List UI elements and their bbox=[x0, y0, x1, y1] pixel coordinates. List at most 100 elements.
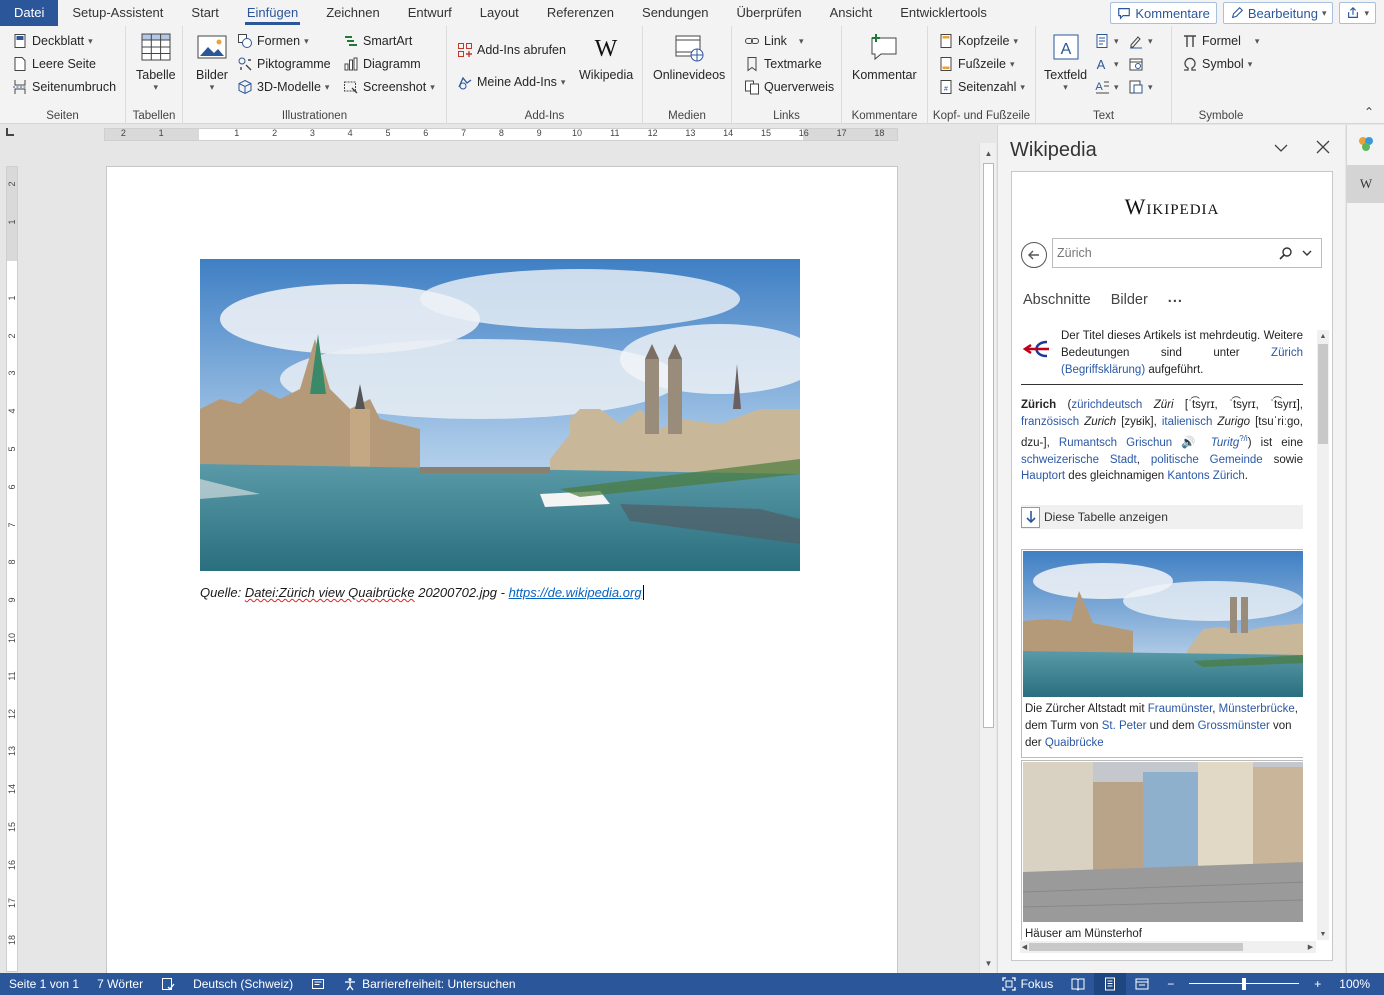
wikipedia-button[interactable]: W Wikipedia bbox=[579, 32, 633, 82]
leere-seite-button[interactable]: Leere Seite bbox=[12, 54, 96, 74]
thumbnail-image-altstadt[interactable] bbox=[1023, 551, 1303, 698]
tab-bilder[interactable]: Bilder bbox=[1111, 292, 1148, 308]
drop-cap-button[interactable]: A ▾ bbox=[1094, 77, 1119, 97]
seitenumbruch-button[interactable]: Seitenumbruch bbox=[12, 77, 116, 97]
link-rumantsch-grischun[interactable]: Rumantsch Grischun bbox=[1059, 437, 1172, 449]
zoom-level[interactable]: 100% bbox=[1330, 973, 1384, 995]
link-turitg[interactable]: Turitg bbox=[1211, 437, 1240, 449]
meine-add-ins-button[interactable]: Meine Add-Ins ▾ bbox=[457, 72, 565, 92]
wikipedia-scroll-thumb[interactable] bbox=[1318, 344, 1328, 444]
caption-link[interactable]: https://de.wikipedia.org bbox=[509, 585, 642, 600]
addin-launcher-button[interactable] bbox=[1347, 125, 1384, 163]
kommentar-button[interactable]: Kommentar bbox=[852, 32, 917, 82]
editing-mode-button[interactable]: Bearbeitung ▾ bbox=[1222, 2, 1334, 24]
document-scroll-thumb[interactable] bbox=[983, 163, 994, 728]
wikipedia-search-input[interactable] bbox=[1057, 243, 1267, 263]
formel-button[interactable]: Formel ▾ bbox=[1182, 31, 1259, 51]
back-button[interactable] bbox=[1021, 242, 1047, 268]
zurich-image[interactable] bbox=[200, 259, 800, 571]
formen-button[interactable]: Formen ▾ bbox=[237, 31, 309, 51]
link-st-peter[interactable]: St. Peter bbox=[1102, 720, 1147, 732]
link-grossmuenster[interactable]: Grossmünster bbox=[1198, 720, 1270, 732]
speaker-icon[interactable]: 🔊 bbox=[1172, 437, 1210, 449]
tab-datei[interactable]: Datei bbox=[0, 0, 59, 26]
tab-entwicklertools[interactable]: Entwicklertools bbox=[886, 0, 1001, 26]
language-indicator[interactable]: Deutsch (Schweiz) bbox=[184, 973, 302, 995]
zoom-out-button[interactable]: − bbox=[1158, 973, 1183, 995]
tab-sendungen[interactable]: Sendungen bbox=[628, 0, 723, 26]
tab-ansicht[interactable]: Ansicht bbox=[816, 0, 887, 26]
collapse-ribbon-icon[interactable]: ⌃ bbox=[1364, 105, 1374, 119]
onlinevideos-button[interactable]: Onlinevideos bbox=[653, 32, 725, 82]
pronunciation-info[interactable]: ?/i bbox=[1239, 434, 1247, 443]
quick-parts-button[interactable]: ▾ bbox=[1094, 31, 1119, 51]
tabelle-button[interactable]: Tabelle ▾ bbox=[136, 32, 176, 93]
wikipedia-vertical-scrollbar[interactable]: ▲ ▼ bbox=[1317, 330, 1329, 940]
link-fraumuenster[interactable]: Fraumünster bbox=[1148, 703, 1213, 715]
scroll-left-icon[interactable]: ◀ bbox=[1020, 939, 1029, 955]
zoom-slider[interactable] bbox=[1189, 973, 1300, 995]
comments-button[interactable]: Kommentare bbox=[1110, 2, 1217, 24]
screenshot-button[interactable]: Screenshot ▾ bbox=[343, 77, 435, 97]
zoom-in-button[interactable]: + bbox=[1305, 973, 1330, 995]
scroll-down-icon[interactable]: ▼ bbox=[980, 955, 997, 971]
web-layout-button[interactable] bbox=[1126, 973, 1158, 995]
3d-modelle-button[interactable]: 3D-Modelle ▾ bbox=[237, 77, 329, 97]
show-table-button[interactable]: Diese Tabelle anzeigen bbox=[1021, 505, 1303, 530]
textmarke-button[interactable]: Textmarke bbox=[744, 54, 822, 74]
document-scrollbar[interactable]: ▲ ▼ bbox=[979, 143, 996, 973]
link-schweizerische-stadt[interactable]: schweizerische Stadt bbox=[1021, 454, 1137, 466]
link-franzoesisch[interactable]: französisch bbox=[1021, 416, 1079, 428]
scroll-right-icon[interactable]: ▶ bbox=[1306, 939, 1315, 955]
scroll-down-icon[interactable]: ▼ bbox=[1317, 928, 1329, 940]
tab-einfuegen[interactable]: Einfügen bbox=[233, 0, 312, 26]
scroll-up-icon[interactable]: ▲ bbox=[980, 145, 997, 161]
link-kanton-zuerich[interactable]: Kantons Zürich bbox=[1167, 470, 1244, 482]
symbol-button[interactable]: Symbol ▾ bbox=[1182, 54, 1252, 74]
link-politische-gemeinde[interactable]: politische Gemeinde bbox=[1151, 454, 1263, 466]
piktogramme-button[interactable]: Piktogramme bbox=[237, 54, 331, 74]
smartart-button[interactable]: SmartArt bbox=[343, 31, 412, 51]
wikipedia-horizontal-scrollbar[interactable]: ◀ ▶ bbox=[1020, 941, 1316, 953]
pane-close-icon[interactable] bbox=[1314, 138, 1332, 156]
zoom-slider-knob[interactable] bbox=[1242, 978, 1247, 990]
tab-selector[interactable] bbox=[0, 125, 22, 143]
signature-line-button[interactable]: ▾ bbox=[1128, 31, 1153, 51]
seitenzahl-button[interactable]: # Seitenzahl ▾ bbox=[938, 77, 1025, 97]
word-count[interactable]: 7 Wörter bbox=[88, 973, 152, 995]
link-quaibruecke[interactable]: Quaibrücke bbox=[1045, 737, 1104, 749]
querverweis-button[interactable]: Querverweis bbox=[744, 77, 834, 97]
deckblatt-button[interactable]: Deckblatt ▾ bbox=[12, 31, 93, 51]
document-page[interactable]: Quelle: Datei:Zürich view Quaibrücke 202… bbox=[106, 166, 898, 986]
link-hauptort[interactable]: Hauptort bbox=[1021, 470, 1065, 482]
text-predictions-button[interactable] bbox=[302, 973, 334, 995]
pane-options-chevron-icon[interactable] bbox=[1272, 139, 1290, 157]
fusszeile-button[interactable]: Fußzeile ▾ bbox=[938, 54, 1014, 74]
proofing-button[interactable] bbox=[152, 973, 184, 995]
search-icon[interactable] bbox=[1279, 246, 1293, 260]
object-button[interactable]: ▾ bbox=[1128, 77, 1153, 97]
tab-layout[interactable]: Layout bbox=[466, 0, 533, 26]
textfeld-button[interactable]: A Textfeld ▾ bbox=[1044, 32, 1087, 93]
horizontal-ruler[interactable]: 2 1 1 2 3 4 5 6 7 8 9 10 11 12 13 14 15 16 17 18 bbox=[104, 128, 898, 141]
tab-entwurf[interactable]: Entwurf bbox=[394, 0, 466, 26]
image-caption[interactable]: Quelle: Datei:Zürich view Quaibrücke 202… bbox=[200, 585, 644, 600]
tab-ueberpruefen[interactable]: Überprüfen bbox=[723, 0, 816, 26]
link-italienisch[interactable]: italienisch bbox=[1162, 416, 1213, 428]
kopfzeile-button[interactable]: Kopfzeile ▾ bbox=[938, 31, 1018, 51]
bilder-button[interactable]: Bilder ▾ bbox=[195, 32, 229, 93]
more-options-icon[interactable]: ... bbox=[1168, 290, 1183, 308]
wikipedia-addin-button[interactable]: W bbox=[1347, 165, 1384, 203]
add-ins-abrufen-button[interactable]: Add-Ins abrufen bbox=[457, 40, 566, 60]
accessibility-button[interactable]: Barrierefreiheit: Untersuchen bbox=[334, 973, 524, 995]
link-muensterbruecke[interactable]: Münsterbrücke bbox=[1219, 703, 1295, 715]
chevron-down-icon[interactable] bbox=[1301, 247, 1313, 259]
wordart-button[interactable]: A ▾ bbox=[1094, 54, 1119, 74]
date-time-button[interactable] bbox=[1128, 54, 1144, 74]
focus-button[interactable]: Fokus bbox=[993, 973, 1063, 995]
wikipedia-hscroll-thumb[interactable] bbox=[1029, 943, 1243, 951]
diagramm-button[interactable]: Diagramm bbox=[343, 54, 421, 74]
tab-start[interactable]: Start bbox=[177, 0, 232, 26]
thumbnail-image-muensterhof[interactable] bbox=[1023, 762, 1303, 923]
print-layout-button[interactable] bbox=[1094, 973, 1127, 995]
